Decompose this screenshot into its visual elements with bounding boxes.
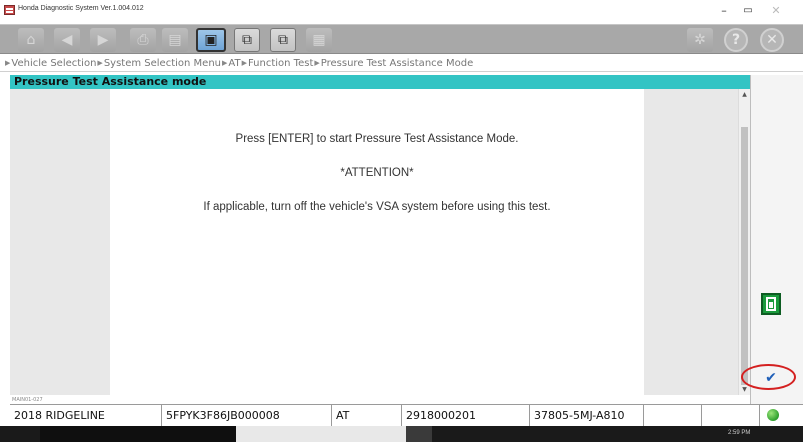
status-ecu-id: 2918000201 [402,405,530,426]
breadcrumb-separator-icon: ▶ [314,59,320,67]
status-system: AT [332,405,402,426]
settings-button[interactable]: ✲ [687,28,713,52]
forward-arrow-icon: ▶ [97,32,109,48]
status-bar: 2018 RIDGELINE 5FPYK3F86JB000008 AT 2918… [10,404,803,426]
instruction-text: Press [ENTER] to start Pressure Test Ass… [235,133,519,145]
taskbar: 2:59 PM [0,426,803,442]
exit-app-button[interactable]: ✕ [760,28,784,52]
help-icon: ? [731,32,741,48]
breadcrumb-item-system-selection[interactable]: System Selection Menu [104,58,221,69]
back-arrow-icon: ◀ [61,32,73,48]
screen-icon: ▣ [204,32,218,48]
minimize-button[interactable]: – [714,3,734,19]
save-icon: ▤ [168,32,182,48]
status-model: 2018 RIDGELINE [10,405,162,426]
window-title: Honda Diagnostic System Ver.1.004.012 [18,5,144,12]
home-button[interactable]: ⌂ [18,28,44,52]
vertical-scrollbar[interactable]: ▲ ▼ [738,89,750,395]
side-panel [750,75,803,404]
close-circle-icon: ✕ [766,32,778,48]
page-header: Pressure Test Assistance mode [10,75,750,89]
scroll-thumb[interactable] [741,127,748,385]
status-field-7 [702,405,760,426]
toolbar: ⌂ ◀ ▶ ⎙ ▤ ▣ ⧉ ⧉ ▦ ✲ ? ✕ [0,24,803,54]
screen-capture-button[interactable]: ▣ [196,28,226,52]
status-vin: 5FPYK3F86JB000008 [162,405,332,426]
screen-id-label: MAIN01-027 [12,397,43,403]
breadcrumb: ▶ Vehicle Selection ▶ System Selection M… [0,54,803,72]
gear-icon: ✲ [694,32,706,48]
breadcrumb-item-function-test[interactable]: Function Test [248,58,313,69]
warning-text: If applicable, turn off the vehicle's VS… [203,201,551,213]
maximize-button[interactable]: ▭ [738,3,758,19]
taskbar-segment [40,426,236,442]
print-icon: ⎙ [137,32,149,48]
window-toggle-button[interactable]: ⧉ [234,28,260,52]
highlight-circle [741,364,796,390]
breadcrumb-separator-icon: ▶ [97,59,103,67]
attention-text: *ATTENTION* [340,167,414,179]
window-copy-button[interactable]: ⧉ [270,28,296,52]
app-logo-icon [4,5,15,15]
breadcrumb-separator-icon: ▶ [5,59,11,67]
breadcrumb-separator-icon: ▶ [222,59,228,67]
status-part-number: 37805-5MJ-A810 [530,405,644,426]
page-title: Pressure Test Assistance mode [14,75,207,88]
window-icon: ⧉ [242,32,252,48]
message-panel: Press [ENTER] to start Pressure Test Ass… [110,89,644,395]
breadcrumb-item-vehicle-selection[interactable]: Vehicle Selection [11,58,96,69]
print-button[interactable]: ⎙ [130,28,156,52]
help-button[interactable]: ? [724,28,748,52]
home-icon: ⌂ [26,32,36,48]
breadcrumb-separator-icon: ▶ [241,59,247,67]
taskbar-segment [236,426,406,442]
taskbar-clock: 2:59 PM [728,430,751,436]
taskbar-segment [406,426,432,442]
scroll-down-icon[interactable]: ▼ [739,385,750,395]
scroll-up-icon[interactable]: ▲ [739,89,750,101]
breadcrumb-item-at[interactable]: AT [228,58,240,69]
breadcrumb-item-current: Pressure Test Assistance Mode [320,57,474,69]
exit-button[interactable] [761,293,781,315]
close-button[interactable]: ✕ [766,3,786,19]
title-bar: Honda Diagnostic System Ver.1.004.012 – … [0,0,803,24]
save-button[interactable]: ▤ [162,28,188,52]
back-button[interactable]: ◀ [54,28,80,52]
breadcrumb-bar: ▶ Vehicle Selection ▶ System Selection M… [0,54,803,72]
window-copy-icon: ⧉ [278,32,288,48]
document-icon: ▦ [312,32,326,48]
exit-door-icon [766,297,776,311]
connection-status-icon [767,409,779,421]
status-field-6 [644,405,702,426]
document-button[interactable]: ▦ [306,28,332,52]
forward-button[interactable]: ▶ [90,28,116,52]
